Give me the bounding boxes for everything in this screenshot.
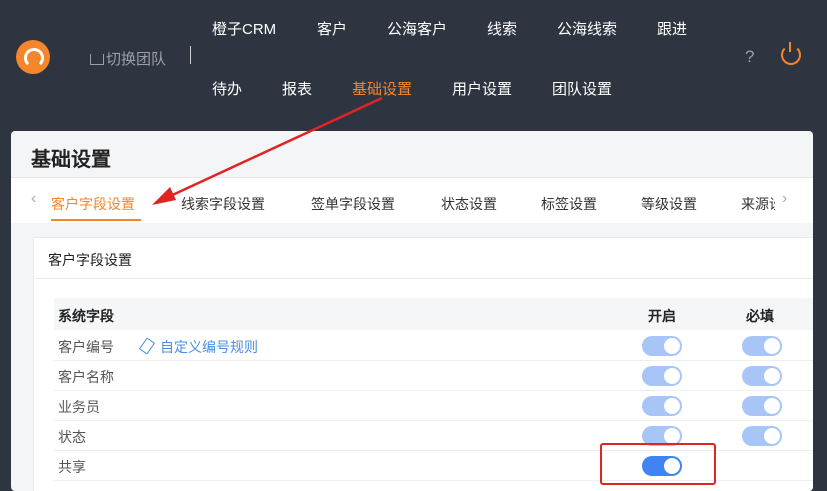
nav-item-leads[interactable]: 线索: [487, 18, 517, 39]
nav-row-2: 待办 报表 基础设置 用户设置 团队设置: [0, 78, 827, 108]
nav-row-1: 橙子CRM 客户 公海客户 线索 公海线索 跟进: [0, 18, 827, 48]
table-row: 业务员: [54, 390, 813, 421]
section-title: 客户字段设置: [48, 252, 132, 268]
tab-deal-fields[interactable]: 签单字段设置: [311, 194, 395, 214]
power-icon[interactable]: [781, 42, 801, 65]
tab-scroll-left-icon[interactable]: ‹: [31, 190, 36, 208]
settings-tabs: ‹ 客户字段设置 线索字段设置 签单字段设置 状态设置 标签设置 等级设置 来源…: [11, 178, 813, 223]
table-row: 客户编号 自定义编号规则: [54, 330, 813, 361]
nav-item-public-leads[interactable]: 公海线索: [557, 18, 617, 39]
required-toggle[interactable]: [742, 336, 782, 356]
column-enabled: 开启: [648, 308, 676, 324]
help-icon[interactable]: ?: [745, 47, 754, 67]
nav-item-user-settings[interactable]: 用户设置: [452, 78, 512, 99]
tab-tag-settings[interactable]: 标签设置: [541, 194, 597, 214]
nav-item-team-settings[interactable]: 团队设置: [552, 78, 612, 99]
field-label: 共享: [58, 459, 86, 475]
home-icon: [90, 54, 104, 65]
table-row: 客户名称: [54, 360, 813, 391]
annotation-highlight-box: [600, 443, 716, 485]
switch-team-button[interactable]: 切换团队: [90, 48, 166, 69]
enabled-toggle[interactable]: [642, 336, 682, 356]
tab-status-settings[interactable]: 状态设置: [441, 194, 497, 214]
enabled-toggle[interactable]: [642, 366, 682, 386]
tab-scroll-right-icon[interactable]: ›: [782, 190, 787, 208]
field-label: 业务员: [58, 399, 100, 415]
tab-lead-fields[interactable]: 线索字段设置: [181, 194, 265, 214]
nav-item-public-customers[interactable]: 公海客户: [387, 18, 447, 39]
nav-item-crm[interactable]: 橙子CRM: [212, 18, 276, 39]
edit-icon: [138, 337, 156, 355]
field-label: 客户名称: [58, 369, 114, 385]
nav-item-reports[interactable]: 报表: [282, 78, 312, 99]
tab-level-settings[interactable]: 等级设置: [641, 194, 697, 214]
nav-item-basic-settings[interactable]: 基础设置: [352, 78, 412, 99]
custom-number-rule-link[interactable]: 自定义编号规则: [132, 337, 258, 357]
nav-item-customers[interactable]: 客户: [317, 18, 347, 39]
divider: [34, 278, 813, 279]
required-toggle[interactable]: [742, 396, 782, 416]
column-required: 必填: [746, 308, 774, 324]
required-toggle[interactable]: [742, 426, 782, 446]
table-header: 系统字段 开启 必填: [54, 298, 813, 330]
field-label: 状态: [58, 429, 86, 445]
nav-item-followup[interactable]: 跟进: [657, 18, 687, 39]
tab-source-settings[interactable]: 来源设: [741, 194, 775, 214]
divider: [190, 46, 191, 64]
settings-card: 基础设置 ‹ 客户字段设置 线索字段设置 签单字段设置 状态设置 标签设置 等级…: [11, 131, 813, 491]
custom-number-rule-label: 自定义编号规则: [160, 339, 258, 355]
page-title: 基础设置: [31, 149, 111, 171]
tab-customer-fields[interactable]: 客户字段设置: [51, 194, 135, 214]
switch-team-label: 切换团队: [106, 51, 167, 68]
required-toggle[interactable]: [742, 366, 782, 386]
top-navigation-bar: 切换团队 橙子CRM 客户 公海客户 线索 公海线索 跟进 待办 报表 基础设置…: [0, 0, 827, 120]
nav-item-todo[interactable]: 待办: [212, 78, 242, 99]
column-system-field: 系统字段: [58, 308, 114, 324]
field-label: 客户编号: [58, 339, 114, 355]
enabled-toggle[interactable]: [642, 396, 682, 416]
active-tab-indicator: [51, 219, 141, 221]
